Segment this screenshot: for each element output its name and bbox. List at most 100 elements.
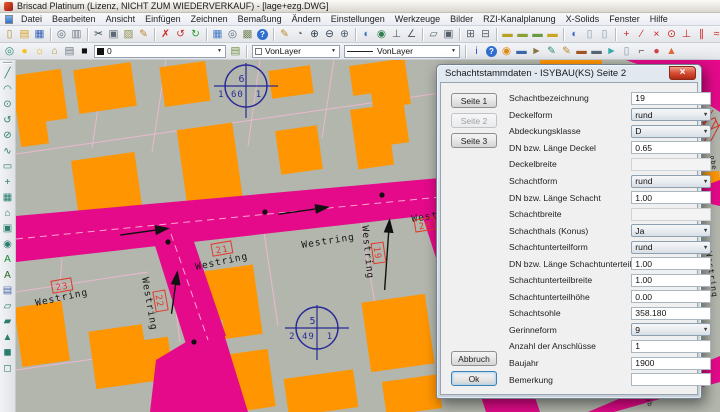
menu-fenster[interactable]: Fenster	[604, 14, 645, 24]
anzahl-anschluesse-input[interactable]	[631, 340, 711, 353]
plot-icon[interactable]: ▯	[597, 27, 612, 42]
ok-button[interactable]: Ok	[451, 371, 497, 386]
menu-bearbeiten[interactable]: Bearbeiten	[47, 14, 101, 24]
close-button[interactable]: ×	[669, 66, 696, 80]
seite-3-button[interactable]: Seite 3	[451, 133, 497, 148]
draw-donut-icon[interactable]: ◉	[1, 237, 15, 253]
undo-icon[interactable]: ↺	[173, 27, 188, 42]
gerinneform-select[interactable]: 9▼	[631, 323, 711, 336]
building[interactable]	[16, 301, 70, 367]
menu-hilfe[interactable]: Hilfe	[645, 14, 673, 24]
cut-icon[interactable]: ✂	[91, 27, 106, 42]
menu-rzi-kanalplanung[interactable]: RZI-Kanalplanung	[478, 14, 561, 24]
dn-laenge-schachtunterteil-input[interactable]	[631, 257, 711, 270]
print-icon[interactable]: ▥	[69, 27, 84, 42]
layer-tool-1-icon[interactable]: ▬	[500, 27, 515, 42]
bemerkung-input[interactable]	[631, 373, 711, 386]
linetype-select[interactable]: VonLayer ▼	[344, 45, 460, 58]
layer-thaw-icon[interactable]: ☼	[32, 44, 47, 59]
color-select[interactable]: VonLayer ▼	[252, 45, 340, 58]
group-4-icon[interactable]: ◼	[1, 345, 15, 361]
schachthals-konus-select[interactable]: Ja▼	[631, 224, 711, 237]
redo-icon[interactable]: ↻	[188, 27, 203, 42]
zoom-out-icon[interactable]: ⊖	[322, 27, 337, 42]
help-icon[interactable]: ?	[257, 29, 268, 40]
dn-laenge-deckel-input[interactable]	[631, 141, 711, 154]
rzi-settings-icon[interactable]: ◉	[499, 44, 514, 59]
snap-perpendicular-icon[interactable]: ⊥	[679, 27, 694, 42]
menu-bilder[interactable]: Bilder	[445, 14, 478, 24]
draw-rectangle-icon[interactable]: ▭	[1, 159, 15, 175]
schachtbezeichnung-input[interactable]	[631, 92, 711, 105]
dn-laenge-schacht-input[interactable]	[631, 191, 711, 204]
rzi-clip-icon[interactable]: ▯	[619, 44, 634, 59]
schachtunterteilhoehe-input[interactable]	[631, 290, 711, 303]
match-properties-icon[interactable]: ✎	[136, 27, 151, 42]
menu-x-solids[interactable]: X-Solids	[561, 14, 605, 24]
rzi-wrench-icon[interactable]: ⌐	[634, 44, 649, 59]
menu-bema-ung[interactable]: Bemaßung	[233, 14, 287, 24]
axonometric-icon[interactable]: ∠	[404, 27, 419, 42]
rzi-truck-icon[interactable]: ▬	[514, 44, 529, 59]
snap-intersection-icon[interactable]: ×	[649, 27, 664, 42]
snap-parallel-icon[interactable]: ∥	[694, 27, 709, 42]
menu-datei[interactable]: Datei	[16, 14, 47, 24]
sphere-icon[interactable]: ◐	[567, 27, 582, 42]
rzi-bus-icon[interactable]: ▬	[589, 44, 604, 59]
rzi-palette-icon[interactable]: ●	[649, 44, 664, 59]
draw-table-icon[interactable]: ▦	[1, 190, 15, 206]
building[interactable]	[159, 61, 210, 107]
image-icon[interactable]: ▦	[210, 27, 225, 42]
toolbar-grip[interactable]	[3, 62, 12, 64]
text-icon[interactable]: A	[1, 252, 15, 268]
menu-einstellungen[interactable]: Einstellungen	[326, 14, 390, 24]
rzi-vehicles-icon[interactable]: ▬	[574, 44, 589, 59]
rzi-sketch-icon[interactable]: ✎	[544, 44, 559, 59]
layer-lock-icon[interactable]: ⌂	[47, 44, 62, 59]
snap-nearest-icon[interactable]: ∕	[634, 27, 649, 42]
baujahr-input[interactable]	[631, 357, 711, 370]
seite-1-button[interactable]: Seite 1	[451, 93, 497, 108]
mtext-icon[interactable]: A	[1, 268, 15, 284]
deckelform-select[interactable]: rund▼	[631, 108, 711, 121]
ucs-icon[interactable]: ⊥	[389, 27, 404, 42]
layer-select[interactable]: 0 ▼	[94, 45, 226, 58]
node-dot[interactable]	[191, 339, 196, 344]
rzi-extra-icon[interactable]: ▲	[664, 44, 679, 59]
dialog-titlebar[interactable]: Schachtstammdaten - ISYBAU(KS) Seite 2 ×	[437, 65, 701, 82]
draw-line-icon[interactable]: ╱	[1, 66, 15, 82]
menu-zeichnen[interactable]: Zeichnen	[186, 14, 233, 24]
zoom-in-icon[interactable]: ⊕	[307, 27, 322, 42]
render-icon[interactable]: ▩	[240, 27, 255, 42]
abdeckungsklasse-select[interactable]: D▼	[631, 125, 711, 138]
sketch-icon[interactable]: ✎	[277, 27, 292, 42]
viewports-icon[interactable]: ⊞	[463, 27, 478, 42]
menu-ansicht[interactable]: Ansicht	[101, 14, 141, 24]
schachtunterteilbreite-input[interactable]	[631, 274, 711, 287]
schachtunterteilform-select[interactable]: rund▼	[631, 241, 711, 254]
copy-icon[interactable]: ▣	[106, 27, 121, 42]
layer-plot-icon[interactable]: ▤	[62, 44, 77, 59]
draw-polygon-icon[interactable]: ⌂	[1, 206, 15, 222]
snap-endpoint-icon[interactable]: +	[619, 27, 634, 42]
open-icon[interactable]: ▤	[17, 27, 32, 42]
menu-einf-gen[interactable]: Einfügen	[140, 14, 186, 24]
schachtform-select[interactable]: rund▼	[631, 175, 711, 188]
sheets-icon[interactable]: ⊟	[478, 27, 493, 42]
layer-explore-icon[interactable]: ◎	[2, 44, 17, 59]
clip-icon[interactable]: ▱	[426, 27, 441, 42]
layer-tool-3-icon[interactable]: ▬	[530, 27, 545, 42]
building[interactable]	[361, 294, 434, 372]
orbit-icon[interactable]: ◔	[292, 27, 307, 42]
draw-region-icon[interactable]: ▣	[1, 221, 15, 237]
group-3-icon[interactable]: ▲	[1, 330, 15, 346]
node-dot[interactable]	[165, 239, 170, 244]
group-1-icon[interactable]: ▱	[1, 299, 15, 315]
menu--ndern[interactable]: Ändern	[287, 14, 326, 24]
group-5-icon[interactable]: ◻	[1, 361, 15, 377]
building[interactable]	[275, 125, 323, 174]
paste-icon[interactable]: ▨	[121, 27, 136, 42]
node-dot[interactable]	[379, 192, 384, 197]
layers-copy-icon[interactable]: ▤	[1, 283, 15, 299]
zoom-document-icon[interactable]: ◎	[225, 27, 240, 42]
